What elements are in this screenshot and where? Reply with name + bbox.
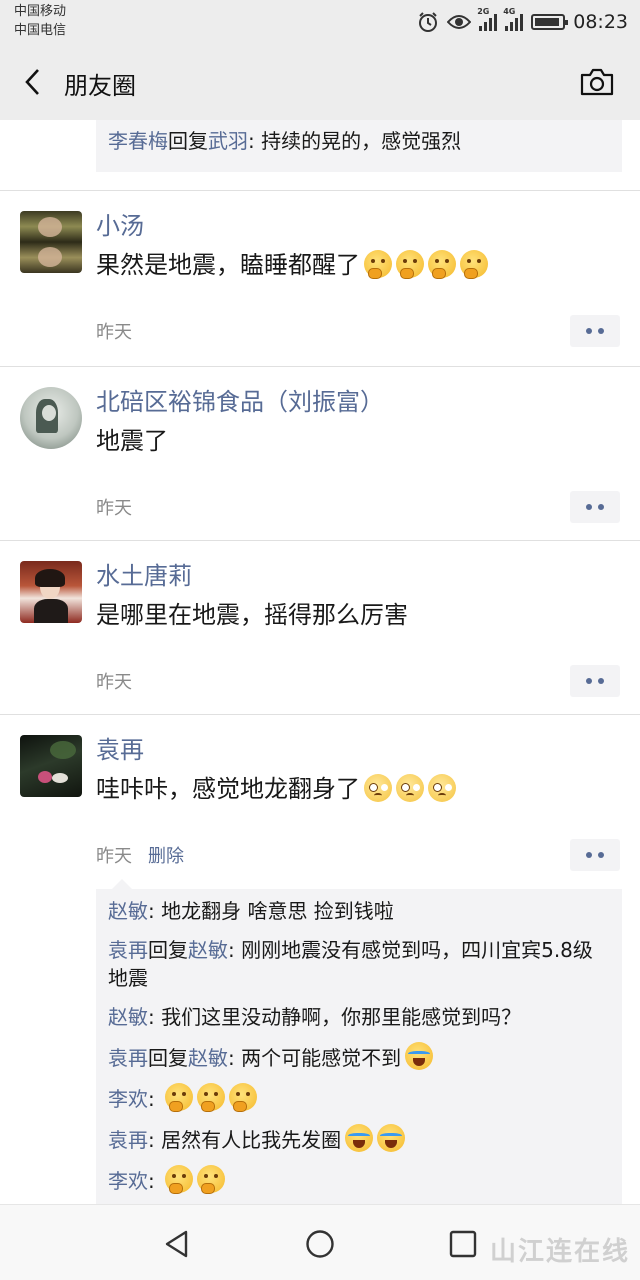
comment-author[interactable]: 李春梅 <box>108 129 168 153</box>
thinking-face-icon <box>165 1083 194 1112</box>
comment-reply-to[interactable]: 赵敏 <box>188 1046 228 1070</box>
thinking-face-icon <box>396 250 424 279</box>
reply-word: 回复 <box>168 129 208 153</box>
post-item: 袁再 哇咔咔，感觉地龙翻身了 昨天 删除 赵敏: 地龙翻身 啥意思 捡到钱啦 袁… <box>0 715 640 1210</box>
worried-face-icon <box>364 774 392 802</box>
comment-item[interactable]: 袁再: 居然有人比我先发圈 <box>108 1124 610 1154</box>
thinking-face-icon <box>197 1165 226 1194</box>
status-bar: 中国移动 中国电信 2G 4G 08:23 <box>0 0 640 44</box>
comment-text: : 地龙翻身 啥意思 捡到钱啦 <box>148 899 394 923</box>
post-time: 昨天 <box>96 672 132 693</box>
battery-icon <box>531 14 569 30</box>
post-author[interactable]: 北碚区裕锦食品（刘振富） <box>96 385 620 419</box>
post-item: 北碚区裕锦食品（刘振富） 地震了 昨天 <box>0 367 640 540</box>
signal-icon-2: 4G <box>503 7 524 31</box>
comment-author[interactable]: 赵敏 <box>108 899 148 923</box>
crying-face-icon <box>377 1124 406 1152</box>
more-actions-button[interactable] <box>570 491 620 523</box>
comment-text: : 持续的晃的，感觉强烈 <box>248 129 462 153</box>
alarm-icon <box>419 12 438 32</box>
thinking-face-icon <box>197 1083 226 1112</box>
comment-author[interactable]: 袁再 <box>108 938 148 962</box>
post-time: 昨天 <box>96 498 132 519</box>
crying-face-icon <box>345 1124 374 1152</box>
comment-author[interactable]: 袁再 <box>108 1128 148 1152</box>
comment-text: : 两个可能感觉不到 <box>228 1046 402 1070</box>
watermark: 山江连在线 <box>489 1237 630 1267</box>
comment-item[interactable]: 袁再回复赵敏: 刚刚地震没有感觉到吗，四川宜宾5.8级地震 <box>108 936 610 992</box>
carrier-primary: 中国移动 <box>14 4 67 19</box>
comment-item[interactable]: 李欢: <box>108 1083 610 1113</box>
more-actions-button[interactable] <box>570 665 620 697</box>
thinking-face-icon <box>229 1083 258 1112</box>
avatar[interactable] <box>20 387 82 449</box>
post-author[interactable]: 水土唐莉 <box>96 559 620 593</box>
recents-square-icon[interactable] <box>448 1229 478 1259</box>
comment-item[interactable]: 李欢: <box>108 1165 610 1195</box>
avatar[interactable] <box>20 735 82 797</box>
post-text: 是哪里在地震，摇得那么厉害 <box>96 601 408 629</box>
worried-face-icon <box>428 774 456 802</box>
thinking-face-icon <box>165 1165 194 1194</box>
eye-icon <box>447 15 472 29</box>
more-actions-button[interactable] <box>570 839 620 871</box>
comment-item[interactable]: 袁再回复赵敏: 两个可能感觉不到 <box>108 1042 610 1072</box>
avatar[interactable] <box>20 561 82 623</box>
post-item: 水土唐莉 是哪里在地震，摇得那么厉害 昨天 <box>0 541 640 714</box>
comment-item[interactable]: 赵敏: 地龙翻身 啥意思 捡到钱啦 <box>108 897 610 925</box>
more-actions-button[interactable] <box>570 315 620 347</box>
camera-icon[interactable] <box>580 68 614 96</box>
worried-face-icon <box>396 774 424 802</box>
post-item: 小汤 果然是地震，瞌睡都醒了 昨天 <box>0 191 640 366</box>
thinking-face-icon <box>364 250 392 279</box>
moments-feed[interactable]: 李春梅回复武羽: 持续的晃的，感觉强烈 小汤 果然是地震，瞌睡都醒了 昨天 北碚… <box>0 120 640 1210</box>
post-time: 昨天 <box>96 846 132 867</box>
thinking-face-icon <box>428 250 456 279</box>
home-circle-icon[interactable] <box>305 1229 335 1259</box>
comment-item[interactable]: 李春梅回复武羽: 持续的晃的，感觉强烈 <box>96 120 622 172</box>
post-text: 地震了 <box>96 427 168 455</box>
network-type-2: 4G <box>503 7 516 16</box>
post-text-body: 哇咔咔，感觉地龙翻身了 <box>96 775 360 803</box>
comment-reply-to[interactable]: 赵敏 <box>188 938 228 962</box>
post-time: 昨天 <box>96 322 132 343</box>
thinking-face-icon <box>460 250 488 279</box>
comment-author[interactable]: 赵敏 <box>108 1005 148 1029</box>
comment-text: : <box>148 1087 162 1111</box>
post-text: 哇咔咔，感觉地龙翻身了 <box>96 769 620 809</box>
post-text: 果然是地震，瞌睡都醒了 <box>96 245 620 285</box>
post-text-body: 果然是地震，瞌睡都醒了 <box>96 251 360 279</box>
back-triangle-icon[interactable] <box>162 1229 192 1259</box>
comment-text: : 我们这里没动静啊，你那里能感觉到吗？ <box>148 1005 522 1029</box>
comment-item[interactable]: 赵敏: 我们这里没动静啊，你那里能感觉到吗？ <box>108 1003 610 1031</box>
post-author[interactable]: 袁再 <box>96 733 620 767</box>
comment-text: : <box>148 1169 162 1193</box>
clock: 08:23 <box>573 11 628 33</box>
system-nav-bar: 山江连在线 <box>0 1204 640 1280</box>
comment-author[interactable]: 李欢 <box>108 1087 148 1111</box>
comment-list: 赵敏: 地龙翻身 啥意思 捡到钱啦 袁再回复赵敏: 刚刚地震没有感觉到吗，四川宜… <box>96 879 622 1210</box>
crying-face-icon <box>405 1042 434 1070</box>
nav-bar: 朋友圈 <box>0 44 640 120</box>
comment-author[interactable]: 李欢 <box>108 1169 148 1193</box>
carrier-secondary: 中国电信 <box>14 23 67 38</box>
delete-link[interactable]: 删除 <box>148 842 184 868</box>
comment-text: : 居然有人比我先发圈 <box>148 1128 342 1152</box>
comment-reply-to[interactable]: 武羽 <box>208 129 248 153</box>
comment-author[interactable]: 袁再 <box>108 1046 148 1070</box>
network-type-1: 2G <box>477 7 490 16</box>
reply-word: 回复 <box>148 1046 188 1070</box>
chevron-left-icon[interactable] <box>22 68 44 96</box>
page-title: 朋友圈 <box>64 72 136 100</box>
post-author[interactable]: 小汤 <box>96 209 620 243</box>
reply-word: 回复 <box>148 938 188 962</box>
signal-icon: 2G <box>477 7 498 31</box>
avatar[interactable] <box>20 211 82 273</box>
